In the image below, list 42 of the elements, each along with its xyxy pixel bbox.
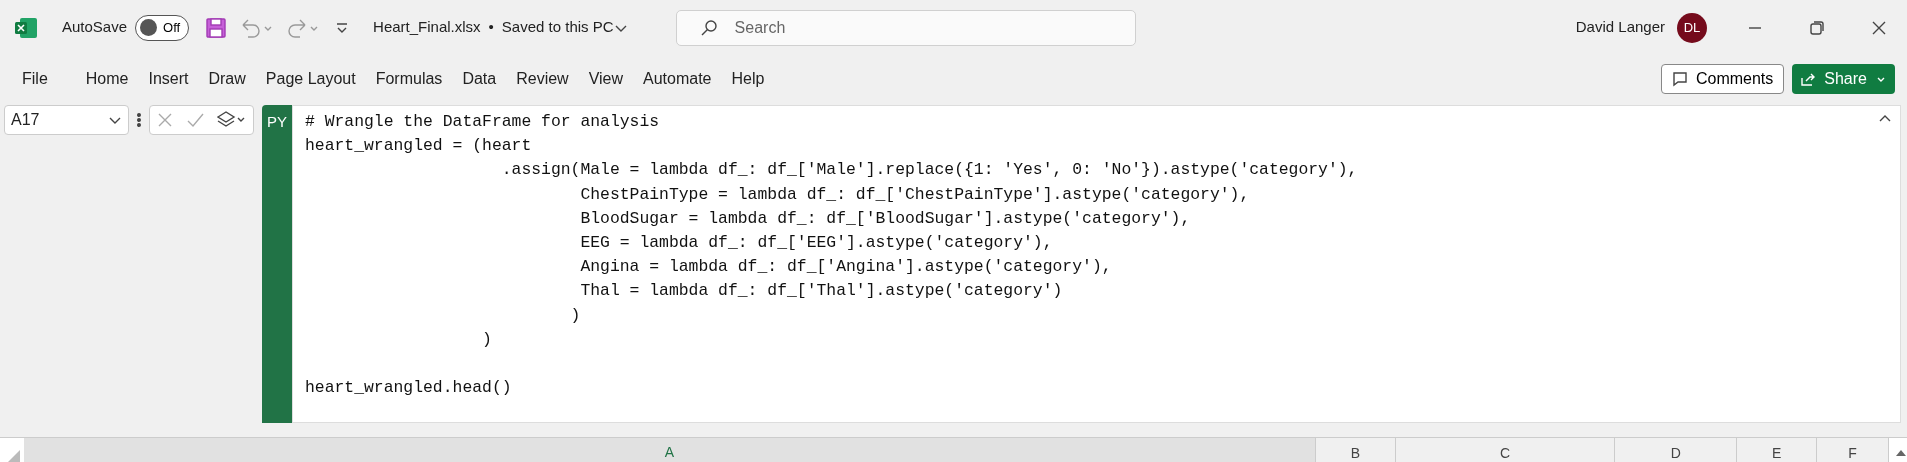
ribbon-tab[interactable]: Insert — [138, 63, 199, 95]
autosave-label: AutoSave — [62, 17, 128, 38]
layers-icon[interactable] — [216, 111, 247, 129]
ribbon-tab[interactable]: File — [12, 63, 58, 95]
ribbon-tab[interactable]: Review — [506, 63, 579, 95]
ribbon-tab[interactable]: Home — [75, 63, 139, 95]
python-cell-badge: PY — [262, 105, 292, 423]
name-box[interactable]: A17 — [4, 105, 129, 135]
ribbon-tab[interactable]: Help — [721, 63, 775, 95]
ribbon-tab[interactable]: Automate — [633, 63, 722, 95]
column-header[interactable]: F — [1817, 438, 1890, 462]
ribbon-tab[interactable]: Page Layout — [255, 63, 366, 95]
column-header[interactable]: D — [1615, 438, 1738, 462]
check-icon[interactable] — [185, 112, 204, 128]
share-button[interactable]: Share — [1792, 64, 1895, 94]
ribbon-tab[interactable]: View — [578, 63, 634, 95]
column-header[interactable]: B — [1315, 438, 1396, 462]
spreadsheet-app-icon — [14, 15, 38, 40]
column-header[interactable]: A — [23, 438, 1316, 462]
more-options-icon[interactable] — [137, 112, 141, 128]
code-editor[interactable] — [292, 105, 1901, 423]
comments-button[interactable]: Comments — [1660, 64, 1785, 94]
ribbon-tab[interactable]: Formulas — [365, 63, 453, 95]
ribbon-tab[interactable]: Data — [452, 63, 507, 95]
customize-toolbar-icon[interactable] — [335, 20, 350, 35]
search-field[interactable]: Search — [675, 9, 1136, 46]
user-name: David Langer — [1575, 17, 1665, 38]
share-icon — [1800, 71, 1817, 87]
close-icon[interactable] — [1871, 19, 1887, 36]
column-header[interactable]: E — [1737, 438, 1818, 462]
bullet-separator: • — [488, 17, 494, 38]
comment-icon — [1671, 71, 1688, 87]
search-icon — [699, 18, 718, 37]
code-text: # Wrangle the DataFrame for analysis heart_wrangled = (heart .assign(Male = lambda df_: df_['Male'].replace({1: 'Yes', 0: 'No'}).astype('category'), ChestPainType = lambda df_: df_['ChestPainType'].astype('category'), BloodSugar = lambda df_: df_['BloodSugar'].astype('category'), EEG = lambda df_: df_['EEG'].astype('category'), Angina = lambda df_: df_['Angina'].astype('category'), Thal = lambda df_: df_['Thal'].astype('category') ) ) heart_wrangled.head() — [304, 111, 1359, 400]
ribbon-tab[interactable]: Draw — [198, 63, 256, 95]
restore-icon[interactable] — [1809, 19, 1825, 36]
save-icon[interactable] — [205, 16, 228, 39]
autosave-toggle[interactable]: Off — [135, 14, 190, 41]
column-header[interactable]: C — [1395, 438, 1616, 462]
user-avatar[interactable]: DL — [1677, 12, 1707, 43]
file-name: Heart_Final.xlsx — [373, 17, 481, 38]
save-status: Saved to this PC — [501, 17, 614, 38]
